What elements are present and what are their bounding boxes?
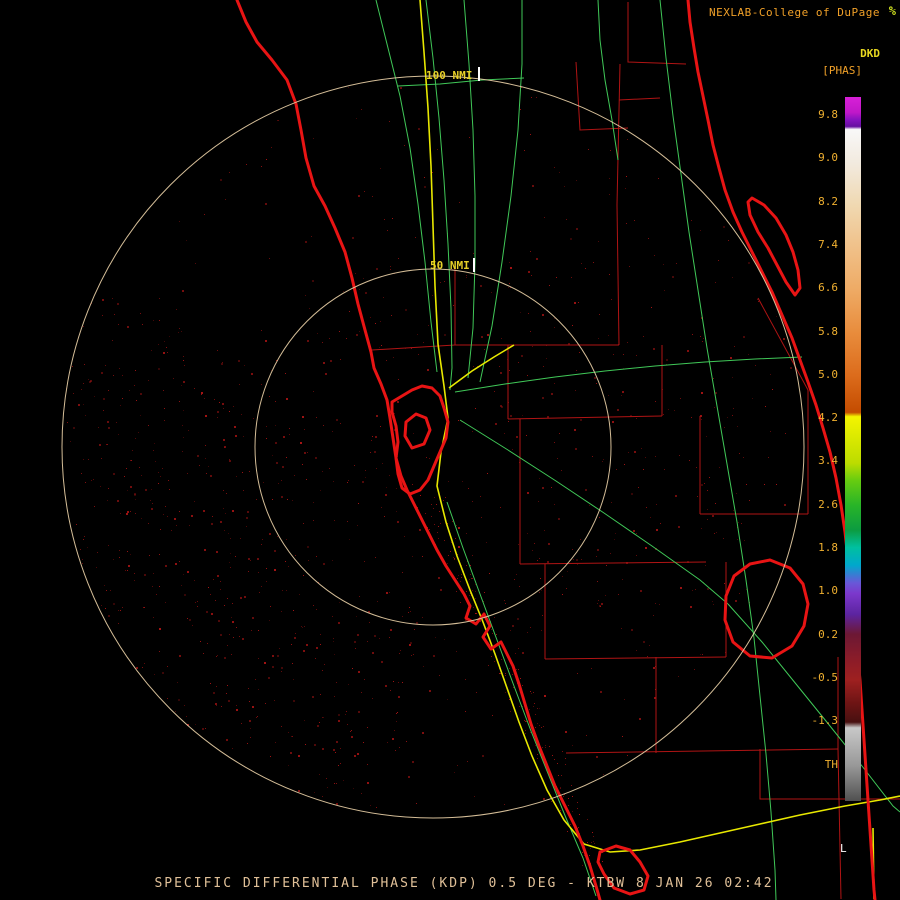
colorbar-label: 0.2 [818, 627, 838, 641]
ring-50nmi [254, 268, 612, 626]
gulf-coast [235, 0, 602, 900]
coastline [235, 0, 877, 900]
range-rings [61, 75, 805, 819]
indian-river-lagoon [746, 196, 802, 297]
colorbar-label: 5.8 [818, 324, 838, 338]
colorbar-label: 1.8 [818, 541, 838, 554]
colorbar [845, 97, 861, 801]
product-caption: SPECIFIC DIFFERENTIAL PHASE (KDP) 0.5 DE… [154, 876, 774, 891]
ring-100nmi [61, 75, 805, 819]
colorbar-label: TH [824, 757, 838, 771]
colorbar-label: 1.0 [818, 584, 838, 598]
colorbar-label: 4.2 [818, 411, 838, 425]
radar-map [61, 0, 900, 900]
product-units: [PHAS] [822, 64, 862, 77]
ring-label-50nmi: 50 NMI [430, 259, 470, 272]
colorbar-label: 3.4 [818, 454, 838, 468]
colorbar-label: -1.3 [811, 714, 839, 728]
ring-label-100nmi: 100 NMI [426, 69, 473, 82]
radar-viewer: 100 NMI 50 NMI NEXLAB-College of DuPage … [0, 0, 900, 900]
l-mark: L [840, 842, 847, 855]
colorbar-label: 5.0 [818, 367, 838, 381]
colorbar-label: 2.6 [818, 497, 838, 511]
brand-title: NEXLAB-College of DuPage [709, 6, 880, 19]
colorbar-label: 6.6 [818, 281, 838, 295]
tampa-bay-inner [403, 412, 432, 450]
colorbar-label: 9.8 [818, 108, 838, 121]
product-code: DKD [860, 47, 880, 60]
tampa-bay [390, 384, 450, 496]
colorbar-label: 7.4 [818, 237, 838, 251]
green-roads [375, 0, 900, 900]
cod-logo-icon: % [888, 4, 896, 18]
colorbar-label: 9.0 [818, 151, 838, 165]
colorbar-label: -0.5 [811, 670, 839, 684]
radar-speckle-layer [66, 87, 792, 876]
colorbar-label: 8.2 [818, 194, 838, 208]
